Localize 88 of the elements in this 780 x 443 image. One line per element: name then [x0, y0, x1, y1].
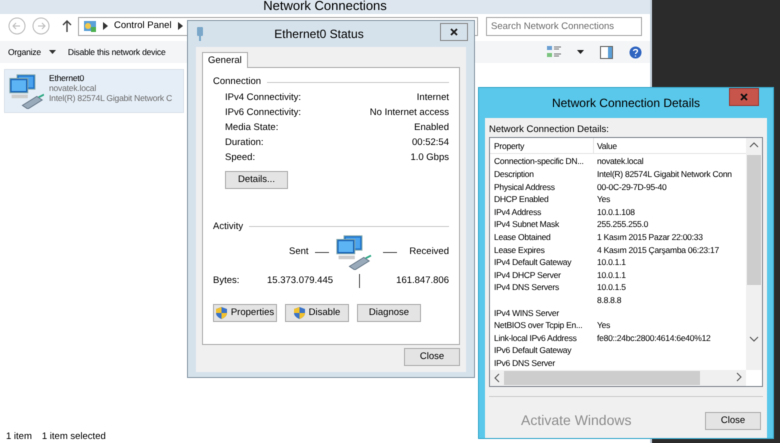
horizontal-scrollbar[interactable] [490, 370, 746, 386]
property-cell-text: IPv4 Address [493, 206, 542, 218]
breadcrumb-item[interactable]: Control Panel [114, 20, 172, 32]
search-field[interactable]: Search Network Connections [486, 16, 642, 36]
value-cell-text: novatek.local [596, 155, 644, 168]
dialog-button[interactable]: Diagnose [357, 304, 421, 322]
close-button[interactable]: Close [404, 348, 460, 366]
network-name: novatek.local [49, 83, 98, 94]
list-caption: Network Connection Details: [489, 124, 610, 136]
status-text: 1 item selected [42, 430, 106, 442]
property-cell-text: NetBIOS over Tcpip En... [493, 319, 584, 332]
property-cell-text: IPv6 Default Gateway [493, 344, 572, 357]
column-header[interactable]: Property [490, 138, 594, 154]
value-cell-text: 255.255.255.0 [596, 218, 650, 231]
toolbar-label: Organize [8, 46, 41, 58]
help-icon[interactable] [629, 46, 642, 58]
ethernet-icon [196, 27, 204, 41]
property-cell-text: IPv6 DNS Server [493, 356, 556, 370]
field-label: Media State: [225, 122, 278, 135]
column-header[interactable]: Value [594, 138, 740, 154]
tab[interactable]: General [202, 52, 248, 68]
property-cell-text: Lease Expires [493, 244, 546, 256]
value-cell-text: fe80::24bc:2800:4614:6e40%12 [596, 332, 712, 344]
close-button[interactable]: Close [705, 412, 761, 430]
received-label: Received [409, 246, 449, 258]
field-label: Duration: [225, 136, 264, 150]
property-cell-text: Lease Obtained [493, 230, 552, 244]
value-cell-text: 00-0C-29-7D-95-40 [596, 180, 668, 194]
dialog-title: Ethernet0 Status [274, 26, 365, 42]
preview-pane-icon[interactable] [600, 46, 613, 58]
field-value: Internet [416, 92, 449, 105]
close-icon [740, 93, 748, 101]
property-cell-text: IPv4 DHCP Server [493, 268, 562, 282]
window-title: Network Connections [0, 0, 650, 14]
close-icon [450, 28, 458, 36]
vertical-scrollbar[interactable] [746, 138, 762, 370]
value-cell-text: 8.8.8.8 [596, 294, 622, 307]
dialog-button[interactable]: Properties [213, 304, 277, 322]
network-computers-icon [8, 73, 44, 109]
close-button[interactable] [440, 23, 468, 41]
view-options-icon[interactable] [547, 45, 561, 59]
field-label: Speed: [225, 152, 256, 165]
chevron-icon [178, 22, 183, 30]
property-cell-text: DHCP Enabled [493, 193, 550, 206]
field-value: No Internet access [370, 106, 449, 120]
property-cell-text: Physical Address [493, 180, 556, 194]
adapter-name: Intel(R) 82574L Gigabit Network C [49, 93, 172, 104]
toolbar-button[interactable]: Organize [8, 46, 56, 58]
received-bytes: 161.847.806 [396, 275, 449, 287]
group-heading: Activity [213, 220, 244, 232]
caret-icon[interactable] [577, 50, 584, 54]
connection-name: Ethernet0 [49, 73, 86, 84]
value-cell-text: 4 Kasım 2015 Çarşamba 06:23:17 [596, 244, 720, 256]
value-cell-text: 10.0.1.108 [596, 206, 636, 218]
property-cell-text: IPv4 Default Gateway [493, 256, 572, 269]
property-cell-text: IPv4 WINS Server [493, 306, 560, 320]
group-heading: Connection [213, 76, 262, 88]
value-cell-text: Intel(R) 82574L Gigabit Network Conn [596, 168, 733, 181]
caret-icon [48, 50, 56, 54]
field-value: 00:52:54 [412, 136, 449, 150]
dialog-button[interactable]: Disable [285, 304, 349, 322]
connection-item[interactable]: Ethernet0 novatek.local Intel(R) 82574L Gigabit Network C [4, 69, 184, 113]
value-cell-text: 10.0.1.1 [596, 256, 627, 269]
field-label: IPv6 Connectivity: [225, 106, 302, 120]
field-value: 1.0 Gbps [410, 152, 449, 165]
up-arrow-icon[interactable] [62, 19, 72, 33]
value-cell-text: 10.0.1.5 [596, 281, 627, 294]
property-cell-text: IPv4 DNS Servers [493, 281, 560, 294]
sent-bytes: 15.373.079.445 [267, 275, 334, 287]
property-cell-text: IPv4 Subnet Mask [493, 218, 560, 231]
status-text: 1 item [6, 430, 32, 442]
control-panel-icon [83, 19, 97, 33]
value-cell-text: Yes [596, 193, 612, 206]
value-cell-text: Yes [596, 319, 612, 332]
property-cell-text: Connection-specific DN... [493, 155, 585, 168]
value-cell-text: 10.0.1.1 [596, 268, 627, 282]
field-label: IPv4 Connectivity: [225, 92, 302, 105]
value-cell-text: 1 Kasım 2015 Pazar 22:00:33 [596, 230, 704, 244]
chevron-icon [103, 22, 108, 30]
property-cell-text: Description [493, 168, 535, 181]
property-cell-text: Link-local IPv6 Address [493, 332, 578, 344]
details-button[interactable]: Details... [225, 170, 288, 189]
field-label: Bytes: [213, 275, 240, 287]
toolbar-button[interactable]: Disable this network device [68, 46, 166, 58]
sent-label: Sent [289, 246, 309, 258]
field-value: Enabled [414, 122, 449, 135]
watermark-text: Activate Windows [521, 412, 632, 429]
dialog-title: Network Connection Details [552, 96, 700, 110]
